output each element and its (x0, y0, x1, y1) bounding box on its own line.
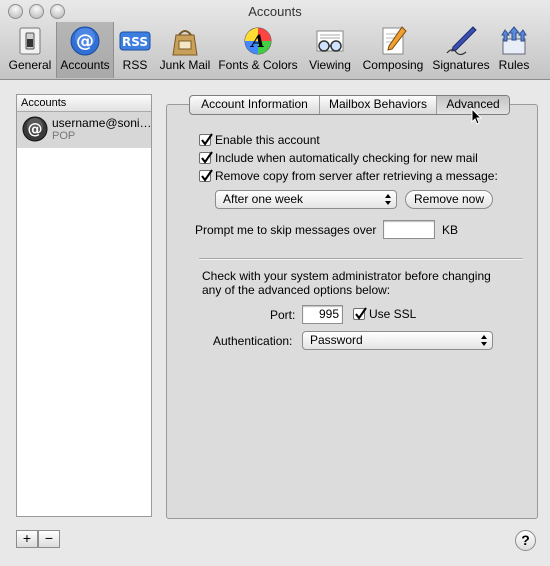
mouse-cursor-icon (471, 108, 483, 125)
remove-account-button[interactable]: − (38, 530, 60, 548)
prompt-skip-unit: KB (442, 223, 459, 237)
port-field[interactable]: 995 (302, 305, 343, 324)
rules-arrows-icon (501, 26, 527, 55)
svg-text:@: @ (76, 31, 94, 52)
accounts-list-header: Accounts (17, 95, 151, 112)
toolbar-composing[interactable]: Composing (358, 22, 428, 78)
toolbar-label: General (8, 58, 52, 72)
remove-after-value: After one week (223, 192, 304, 206)
prompt-skip-label: Prompt me to skip messages over (195, 223, 377, 237)
toolbar-rules[interactable]: Rules (494, 22, 534, 78)
window-toolbar: Accounts General @ Accounts RSS RSS Junk… (0, 0, 550, 80)
at-sign-account-icon: @ (22, 116, 48, 142)
toolbar-junk-mail[interactable]: Junk Mail (156, 22, 214, 78)
remove-now-button[interactable]: Remove now (405, 190, 493, 209)
account-type: POP (52, 130, 76, 142)
checkmark-icon (201, 169, 213, 182)
tab-mailbox-behaviors[interactable]: Mailbox Behaviors (320, 96, 437, 114)
checkmark-icon (201, 151, 213, 164)
toolbar-rss[interactable]: RSS RSS (114, 22, 156, 78)
toolbar-label: Composing (362, 58, 424, 72)
include-check-label: Include when automatically checking for … (215, 151, 478, 165)
svg-text:RSS: RSS (122, 35, 148, 49)
authentication-value: Password (310, 333, 363, 347)
add-account-button[interactable]: + (16, 530, 38, 548)
authentication-label: Authentication: (213, 334, 293, 348)
updown-arrows-icon (385, 194, 391, 205)
remove-copy-label: Remove copy from server after retrieving… (215, 169, 498, 183)
signature-pen-icon (446, 26, 477, 56)
toolbar-general[interactable]: General (4, 22, 56, 78)
composing-pencil-icon (382, 26, 407, 55)
svg-text:@: @ (28, 120, 43, 138)
use-ssl-label: Use SSL (369, 307, 417, 321)
general-switch-icon (19, 27, 41, 55)
viewing-glasses-icon (316, 30, 344, 52)
junk-mail-bag-icon (172, 30, 198, 56)
rss-icon: RSS (119, 31, 151, 51)
port-label: Port: (270, 308, 296, 322)
enable-account-checkbox[interactable] (199, 133, 213, 146)
toolbar-label: RSS (122, 58, 148, 72)
toolbar-label: Signatures (432, 58, 490, 72)
updown-arrows-icon (481, 335, 487, 346)
toolbar-label: Viewing (309, 58, 351, 72)
toolbar-label: Accounts (60, 58, 110, 72)
toolbar-signatures[interactable]: Signatures (428, 22, 494, 78)
checkmark-icon (201, 133, 213, 146)
fonts-colors-icon: A (244, 27, 272, 55)
enable-account-checkbox-row[interactable]: Enable this account (199, 132, 320, 148)
preferences-toolbar: General @ Accounts RSS RSS Junk Mail A F… (2, 22, 548, 78)
account-detail-panel (166, 104, 538, 519)
toolbar-viewing[interactable]: Viewing (302, 22, 358, 78)
admin-note-line1: Check with your system administrator bef… (202, 269, 491, 283)
at-sign-icon: @ (70, 26, 100, 56)
toolbar-label: Rules (498, 58, 530, 72)
include-check-checkbox[interactable] (199, 151, 213, 164)
svg-text:A: A (249, 32, 264, 52)
toolbar-label: Junk Mail (159, 58, 211, 72)
accounts-preferences-window: Accounts General @ Accounts RSS RSS Junk… (0, 0, 550, 566)
admin-note-line2: any of the advanced options below: (202, 283, 391, 297)
account-tabs: Account Information Mailbox Behaviors Ad… (189, 95, 510, 115)
use-ssl-checkbox[interactable] (353, 307, 367, 320)
account-name: username@soni… (52, 116, 152, 130)
toolbar-accounts[interactable]: @ Accounts (56, 22, 114, 78)
accounts-list[interactable]: Accounts @ username@soni… POP (16, 94, 152, 517)
use-ssl-checkbox-row[interactable]: Use SSL (353, 306, 416, 322)
account-row[interactable]: @ username@soni… POP (17, 112, 152, 148)
section-divider (199, 258, 523, 260)
toolbar-label: Fonts & Colors (218, 58, 298, 72)
authentication-popup[interactable]: Password (302, 331, 493, 350)
toolbar-fonts-colors[interactable]: A Fonts & Colors (214, 22, 302, 78)
enable-account-label: Enable this account (215, 133, 320, 147)
remove-after-popup[interactable]: After one week (215, 190, 397, 209)
checkmark-icon (355, 307, 367, 320)
remove-copy-checkbox[interactable] (199, 169, 213, 182)
window-title: Accounts (248, 4, 302, 19)
prompt-skip-size-field[interactable] (383, 220, 435, 239)
include-check-checkbox-row[interactable]: Include when automatically checking for … (199, 150, 478, 166)
help-button[interactable]: ? (515, 530, 536, 551)
tab-account-information[interactable]: Account Information (190, 96, 320, 114)
remove-copy-checkbox-row[interactable]: Remove copy from server after retrieving… (199, 168, 498, 184)
